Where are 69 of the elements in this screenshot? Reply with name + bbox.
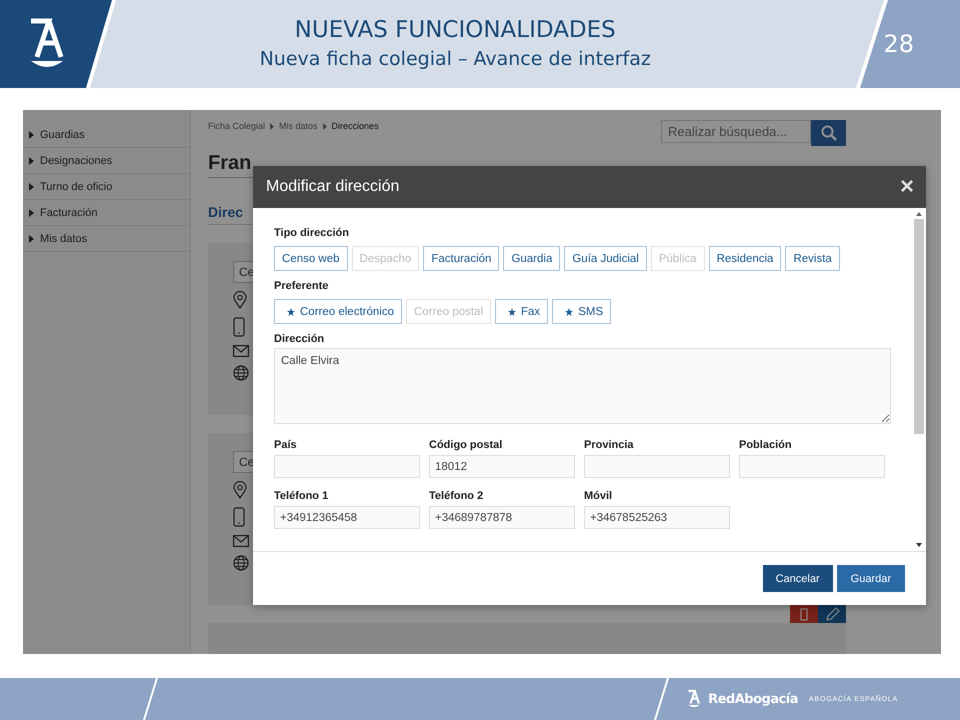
field-label: Tipo dirección [274,227,350,239]
sidebar-item[interactable]: Mis datos [23,226,190,252]
dialog-title: Modificar dirección [266,178,400,196]
field-label: Preferente [274,280,330,292]
delete-icon[interactable] [790,605,818,623]
caret-icon [29,130,34,138]
field-label: Dirección [274,333,326,345]
sidebar-item[interactable]: Turno de oficio [23,174,190,200]
caret-icon [29,208,34,216]
toggle-chip[interactable]: Guardia [503,246,560,271]
field-label: Provincia [584,439,635,451]
mail-icon [233,535,249,547]
caret-icon [29,182,34,190]
field-label: Móvil [584,490,614,502]
close-button[interactable]: × [900,175,914,199]
toggle-chip[interactable]: SMS [552,299,612,324]
field-label: Teléfono 2 [429,490,484,502]
slide-subtitle: Nueva ficha colegial – Avance de interfaz [260,47,651,72]
sidebar-item[interactable]: Designaciones [23,148,190,174]
breadcrumb-link[interactable]: Mis datos [279,121,318,131]
phone-icon [233,507,245,527]
field-label: Código postal [429,439,504,451]
toggle-chip[interactable]: Fax [495,299,548,324]
globe-icon [233,555,249,571]
input-field[interactable] [584,455,730,478]
search-field[interactable]: Realizar búsqueda... [661,120,811,143]
edit-icon[interactable] [818,605,846,623]
star-icon [287,308,295,316]
chevron-icon [322,122,327,130]
brand-name: RedAbogacía [708,692,798,706]
slide-title: NUEVAS FUNCIONALIDADES [294,16,616,45]
input-field[interactable] [274,455,420,478]
star-icon [565,308,574,316]
location-pin-icon [233,291,247,309]
toggle-chip[interactable]: Censo web [274,246,348,271]
location-pin-icon [233,481,247,499]
logo-icon [687,689,702,709]
search-button[interactable] [811,120,846,146]
sidebar-item[interactable]: Guardias [23,122,190,148]
toggle-chip[interactable]: Correo electrónico [274,299,402,324]
input-field[interactable] [739,455,885,478]
star-icon [508,308,516,316]
search-icon [820,125,836,141]
caret-icon [29,156,34,164]
field-label: País [274,439,298,451]
dialog-button[interactable]: Guardar [836,565,905,592]
dialog-button[interactable]: Cancelar [762,565,833,592]
scroll-down-icon[interactable] [916,543,922,547]
globe-icon [233,365,249,381]
caret-icon [29,234,34,242]
phone-icon [233,317,245,337]
sidebar-item[interactable]: Facturación [23,200,190,226]
toggle-chip[interactable]: Residencia [708,246,782,271]
input-field[interactable]: +34912365458 [274,506,420,529]
input-field[interactable]: +34689787878 [429,506,575,529]
address-textarea[interactable]: Calle Elvira [274,348,891,424]
page-number: 28 [883,30,914,58]
field-label: Teléfono 1 [274,490,330,502]
toggle-chip[interactable]: Revista [785,246,840,271]
scroll-up-icon[interactable] [916,212,922,216]
input-field[interactable]: +34678525263 [584,506,730,529]
chevron-icon [270,122,274,130]
field-label: Población [739,439,793,451]
toggle-chip[interactable]: Facturación [423,246,500,271]
mail-icon [233,345,249,357]
breadcrumb-link[interactable]: Ficha Colegial [208,121,266,131]
breadcrumb-link[interactable]: Direcciones [332,121,379,131]
toggle-chip[interactable]: Guía Judicial [564,246,647,271]
input-field[interactable]: 18012 [429,455,575,478]
